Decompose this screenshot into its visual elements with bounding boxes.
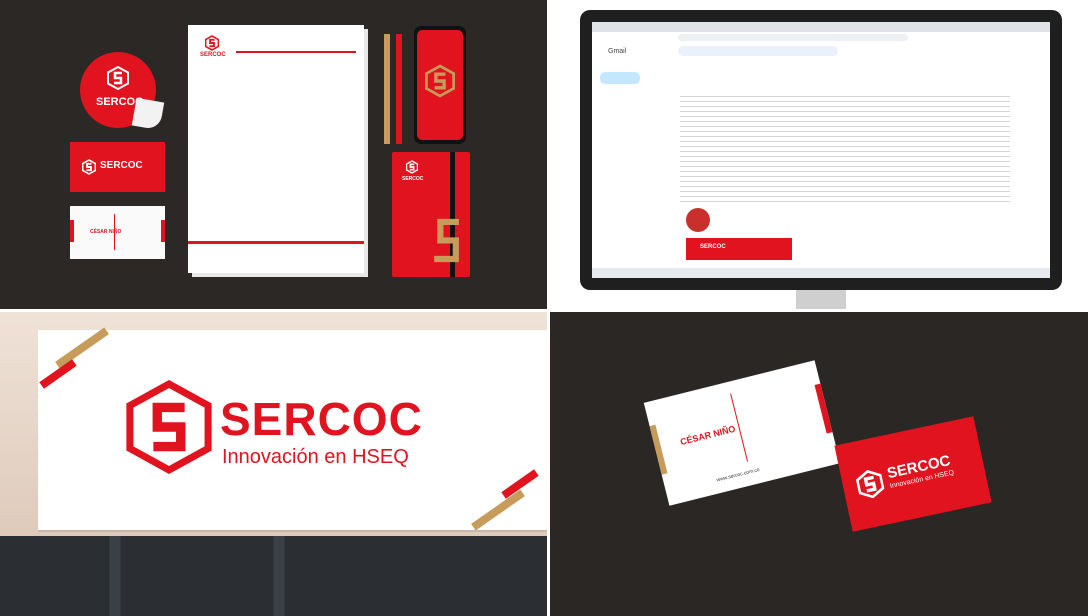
storefront-sign-panel: SERCOC Innovación en HSEQ xyxy=(0,312,547,616)
business-cards-panel: CÉSAR NIÑO www.sercoc.com.co SERCOC Inno… xyxy=(550,312,1088,616)
notebook: SERCOC xyxy=(392,152,470,277)
sercoc-logo-icon xyxy=(406,160,418,174)
address-bar[interactable] xyxy=(678,34,908,41)
email-body-text-block xyxy=(680,92,1010,202)
red-card-brand: SERCOC xyxy=(100,160,143,171)
card-website: www.sercoc.com.co xyxy=(716,466,761,484)
sercoc-logo-icon xyxy=(434,218,459,263)
card-divider xyxy=(114,214,115,250)
business-card-back: CÉSAR NIÑO www.sercoc.com.co xyxy=(643,360,841,506)
sign-corner-stripe xyxy=(55,327,109,369)
card-corner-stripe xyxy=(70,220,74,242)
gmail-logo-text: Gmail xyxy=(608,48,627,55)
sticker-peel-corner xyxy=(131,97,165,131)
card-corner-stripe xyxy=(814,383,833,434)
sercoc-logo-icon xyxy=(205,35,219,51)
sercoc-logo-icon xyxy=(855,469,885,499)
round-sticker: SERCOC xyxy=(80,52,165,131)
windows-taskbar xyxy=(592,268,1050,278)
card-corner-stripe xyxy=(649,424,668,475)
card-person-name: CÉSAR NIÑO xyxy=(679,423,737,448)
pencil xyxy=(396,34,402,144)
sign-brand-name: SERCOC xyxy=(220,393,423,445)
signature-brand: SERCOC xyxy=(700,244,726,250)
signature-banner: SERCOC xyxy=(686,238,792,260)
phone-screen xyxy=(417,30,463,140)
phone-mockup xyxy=(414,26,466,144)
sercoc-logo-icon xyxy=(425,64,455,98)
letterhead-sheet: SERCOC xyxy=(188,25,364,273)
compose-button[interactable] xyxy=(600,72,640,84)
card-corner-stripe xyxy=(161,220,165,242)
white-business-card: CÉSAR NIÑO xyxy=(70,206,165,259)
notebook-brand: SERCOC xyxy=(402,176,424,182)
browser-tabbar xyxy=(592,22,1050,32)
email-signature-mockup-panel: Gmail SERCOC xyxy=(550,0,1088,309)
search-mail-input[interactable] xyxy=(678,46,838,56)
sercoc-logo-icon xyxy=(82,159,96,175)
storefront-windows xyxy=(0,536,547,616)
sign-corner-stripe xyxy=(471,489,525,531)
letterhead-header-line xyxy=(236,51,356,53)
sercoc-logo-icon xyxy=(126,379,212,475)
sign-tagline: Innovación en HSEQ xyxy=(222,446,409,468)
business-card-front: SERCOC Innovación en HSEQ xyxy=(834,416,992,532)
red-business-card: SERCOC xyxy=(70,142,165,192)
monitor-stand xyxy=(796,290,846,309)
signature-avatar xyxy=(686,208,710,232)
stationery-mockup-panel: SERCOC SERCOC CÉSAR NIÑO SERCOC SERCOC xyxy=(0,0,547,309)
letterhead-brand: SERCOC xyxy=(200,52,226,58)
letterhead-footer-line xyxy=(188,241,364,244)
sign-board: SERCOC Innovación en HSEQ xyxy=(38,327,547,531)
card-name-text: CÉSAR NIÑO xyxy=(90,229,122,235)
sercoc-logo-icon xyxy=(107,66,129,90)
pencil xyxy=(384,34,390,144)
